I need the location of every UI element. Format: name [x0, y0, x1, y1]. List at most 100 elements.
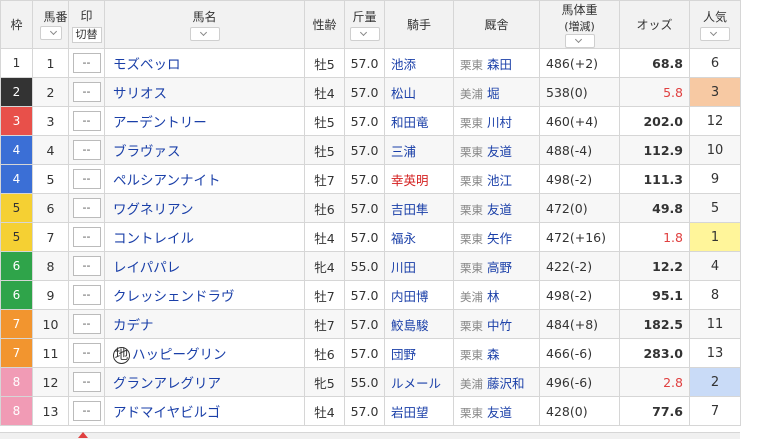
odds-value: 283.0	[643, 345, 683, 361]
jockey-link[interactable]: 三浦	[391, 144, 416, 159]
header-pop[interactable]: 人気	[689, 0, 741, 49]
weight-cell: 484(+8)	[539, 309, 620, 339]
trainer-area: 栗東	[460, 57, 483, 72]
trainer-link[interactable]: 林	[487, 289, 500, 304]
trainer-link[interactable]: 森	[487, 347, 500, 362]
weight-value: 498(-2)	[546, 287, 593, 303]
mark-select-button[interactable]: --	[72, 314, 101, 334]
jockey-link[interactable]: 岩田望	[391, 405, 429, 420]
mark-select-button[interactable]: --	[72, 82, 101, 102]
sort-kinryo-chevron-down-icon[interactable]	[349, 27, 380, 41]
header-kinryo[interactable]: 斤量	[344, 0, 385, 49]
mark-select-button[interactable]: --	[72, 198, 101, 218]
jockey-link[interactable]: 和田竜	[391, 115, 429, 130]
scroll-up-arrow-icon[interactable]	[78, 432, 88, 438]
jockey-link[interactable]: 鮫島駿	[391, 318, 429, 333]
sexage-value: 牡4	[314, 230, 335, 246]
sexage-value: 牡7	[314, 172, 335, 188]
jockey-cell: 川田	[384, 251, 454, 281]
horse-name-cell: ワグネリアン	[104, 193, 305, 223]
horse-name-link[interactable]: コントレイル	[113, 231, 194, 247]
header-jockey: 騎手	[384, 0, 454, 49]
jockey-link[interactable]: 団野	[391, 347, 416, 362]
horse-name-link[interactable]: ワグネリアン	[113, 202, 193, 218]
kinryo-value: 57.0	[350, 200, 379, 216]
trainer-link[interactable]: 池江	[487, 173, 512, 188]
trainer-link[interactable]: 矢作	[487, 231, 512, 246]
trainer-area: 栗東	[460, 231, 483, 246]
trainer-area: 栗東	[460, 347, 483, 362]
sexage-cell: 牡5	[304, 135, 345, 165]
mark-select-button[interactable]: --	[72, 140, 101, 160]
horse-name-link[interactable]: ペルシアンナイト	[113, 173, 220, 189]
popularity-cell: 12	[689, 106, 741, 136]
weight-cell: 472(+16)	[539, 222, 620, 252]
mark-cell: --	[68, 280, 105, 310]
mark-select-button[interactable]: --	[72, 401, 101, 421]
trainer-cell: 栗東 高野	[453, 251, 540, 281]
horse-name-cell: ブラヴァス	[104, 135, 305, 165]
mark-select-button[interactable]: --	[72, 111, 101, 131]
odds-value: 111.3	[643, 171, 683, 187]
jockey-link[interactable]: 池添	[391, 57, 416, 72]
jockey-link[interactable]: 内田博	[391, 289, 429, 304]
trainer-cell: 栗東 森田	[453, 48, 540, 78]
jockey-link[interactable]: 川田	[391, 260, 416, 275]
trainer-link[interactable]: 堀	[487, 86, 500, 101]
kinryo-cell: 57.0	[344, 396, 385, 426]
trainer-link[interactable]: 中竹	[487, 318, 512, 333]
horse-name-link[interactable]: アーデントリー	[113, 115, 207, 131]
trainer-link[interactable]: 友道	[487, 405, 512, 420]
waku-number: 6	[12, 259, 21, 273]
sort-weight-chevron-down-icon[interactable]	[564, 34, 595, 48]
mark-select-button[interactable]: --	[72, 372, 101, 392]
mark-select-button[interactable]: --	[72, 256, 101, 276]
header-umaban[interactable]: 馬番	[32, 0, 69, 49]
horse-name-link[interactable]: モズベッロ	[113, 57, 181, 73]
mark-select-button[interactable]: --	[72, 227, 101, 247]
jockey-link[interactable]: 幸英明	[391, 173, 429, 188]
sort-pop-chevron-down-icon[interactable]	[700, 27, 730, 41]
kinryo-value: 55.0	[350, 258, 379, 274]
jockey-link[interactable]: 吉田隼	[391, 202, 429, 217]
odds-value: 5.8	[663, 84, 683, 100]
header-name[interactable]: 馬名	[104, 0, 305, 49]
mark-toggle-button[interactable]: 切替	[71, 26, 102, 43]
horse-name-link[interactable]: クレッシェンドラヴ	[113, 289, 235, 305]
odds-cell: 112.9	[619, 135, 690, 165]
horse-name-link[interactable]: グランアレグリア	[113, 376, 221, 392]
odds-value: 68.8	[652, 55, 683, 71]
mark-cell: --	[68, 77, 105, 107]
trainer-link[interactable]: 森田	[487, 57, 512, 72]
sort-name-chevron-down-icon[interactable]	[189, 27, 220, 41]
mark-select-button[interactable]: --	[72, 169, 101, 189]
trainer-link[interactable]: 川村	[487, 115, 512, 130]
waku-cell: 1	[0, 48, 33, 78]
sexage-value: 牡5	[314, 114, 335, 130]
horse-name-link[interactable]: アドマイヤビルゴ	[113, 405, 220, 421]
mark-select-button[interactable]: --	[72, 53, 101, 73]
trainer-link[interactable]: 友道	[487, 144, 512, 159]
waku-cell: 7	[0, 309, 33, 339]
trainer-link[interactable]: 藤沢和	[487, 376, 525, 391]
horse-name-link[interactable]: レイパパレ	[113, 260, 180, 276]
kinryo-cell: 55.0	[344, 251, 385, 281]
trainer-link[interactable]: 高野	[487, 260, 512, 275]
mark-select-button[interactable]: --	[72, 343, 101, 363]
odds-cell: 283.0	[619, 338, 690, 368]
horse-name-link[interactable]: ハッピーグリン	[132, 347, 227, 363]
waku-cell: 7	[0, 338, 33, 368]
horse-name-link[interactable]: カデナ	[113, 318, 154, 334]
trainer-link[interactable]: 友道	[487, 202, 512, 217]
horse-name-link[interactable]: サリオス	[113, 86, 167, 102]
header-weight[interactable]: 馬体重 (増減)	[539, 0, 620, 49]
mark-select-button[interactable]: --	[72, 285, 101, 305]
jockey-link[interactable]: 松山	[391, 86, 416, 101]
sort-umaban-chevron-down-icon[interactable]	[39, 25, 62, 40]
horse-name-link[interactable]: ブラヴァス	[113, 144, 181, 160]
mark-cell: --	[68, 222, 105, 252]
jockey-link[interactable]: ルメール	[391, 376, 441, 391]
weight-cell: 488(-4)	[539, 135, 620, 165]
jockey-link[interactable]: 福永	[391, 231, 416, 246]
umaban-cell: 12	[32, 367, 69, 397]
